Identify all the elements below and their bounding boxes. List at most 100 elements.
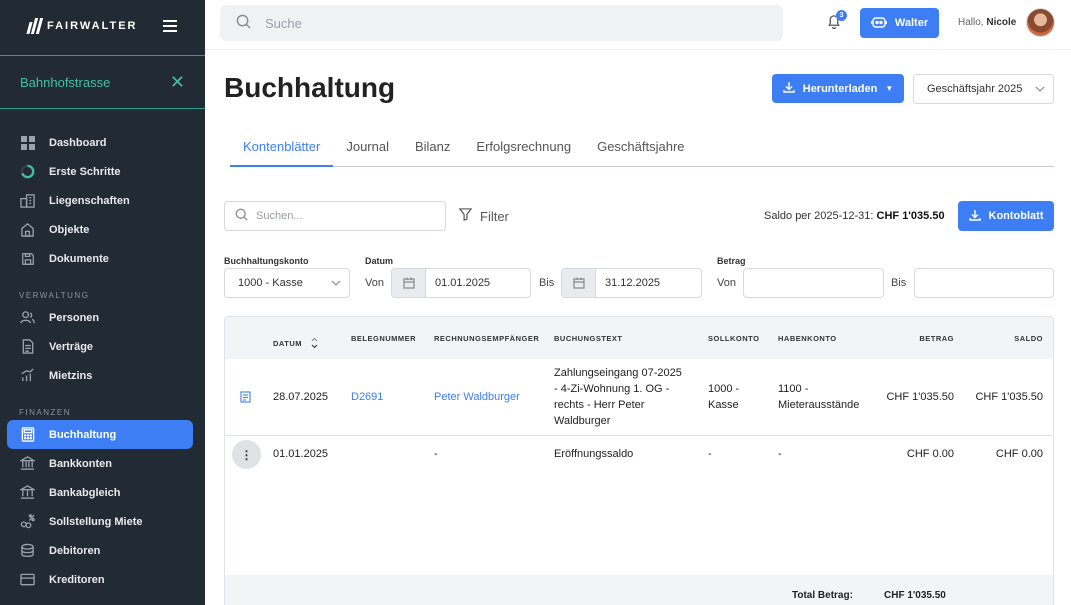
sidebar-item-bankkonten[interactable]: Bankkonten [0,449,205,478]
menu-toggle-icon[interactable] [163,20,177,32]
cell-empfaenger-link[interactable]: Peter Waldburger [434,389,520,405]
cell-sollkonto: - [708,448,712,460]
total-label: Total Betrag: [792,590,853,601]
column-header-sollkonto[interactable]: SOLLKONTO [708,334,759,343]
tab-geschaeftsjahre[interactable]: Geschäftsjahre [584,130,697,167]
bank-sync-icon [20,485,35,500]
date-to-label: Bis [539,277,555,289]
sidebar-item-erste-schritte[interactable]: Erste Schritte [0,157,205,186]
fiscal-year-select[interactable]: Geschäftsjahr 2025 [913,74,1054,104]
column-header-betrag[interactable]: BETRAG [919,334,954,343]
cell-sollkonto: 1000 - Kasse [708,381,739,413]
column-header-saldo[interactable]: SALDO [1014,334,1043,343]
sidebar-item-kreditoren[interactable]: Kreditoren [0,565,205,594]
table-footer: Total Betrag: CHF 1'035.50 [225,575,1053,605]
top-bar: Suche 3 Walter Hallo, Nicole [205,0,1071,50]
column-header-rechnungsempfaenger[interactable]: RECHNUNGSEMPFÄNGER [434,334,539,343]
table-row[interactable]: 28.07.2025 D2691 Peter Waldburger Zahlun… [225,359,1053,436]
tab-bar: Kontenblätter Journal Bilanz Erfolgsrech… [230,130,1054,167]
notification-badge: 3 [836,10,847,21]
date-to-field[interactable]: 31.12.2025 [561,268,702,298]
chevron-down-icon [331,277,341,289]
tab-bilanz[interactable]: Bilanz [402,130,463,167]
column-header-habenkonto[interactable]: HABENKONTO [778,334,837,343]
saldo-summary: Saldo per 2025-12-31: CHF 1'035.50 [764,210,945,222]
sidebar-item-personen[interactable]: Personen [0,303,205,332]
users-icon [20,310,35,325]
download-button[interactable]: Herunterladen ▼ [772,74,904,103]
filter-button[interactable]: Filter [458,208,509,224]
tab-kontenblaetter[interactable]: Kontenblätter [230,130,334,167]
konto-select[interactable]: 1000 - Kasse [224,268,350,298]
cell-datum: 01.01.2025 [273,448,329,460]
sidebar-item-sollstellung-miete[interactable]: Sollstellung Miete [0,507,205,536]
global-search-input[interactable]: Suche [220,5,783,41]
sidebar-item-label: Dokumente [49,252,109,265]
buildings-icon [20,193,35,208]
tab-journal[interactable]: Journal [333,130,402,167]
saldo-prefix: Saldo per 2025-12-31: [764,210,874,222]
sidebar-item-dokumente[interactable]: Dokumente [0,244,205,273]
logo-mark-icon [26,18,44,34]
user-greeting: Hallo, Nicole [958,17,1016,28]
calculator-icon [20,427,35,442]
table-header: DATUM BELEGNUMMER RECHNUNGSEMPFÄNGER BUC… [225,317,1053,359]
caret-down-icon: ▼ [885,84,894,93]
calendar-icon[interactable] [392,269,426,297]
kontoblatt-download-button[interactable]: Kontoblatt [958,201,1054,231]
column-header-datum[interactable]: DATUM [273,334,318,351]
sidebar-header: FAIRWALTER [0,0,205,52]
tab-erfolgsrechnung[interactable]: Erfolgsrechnung [463,130,584,167]
sidebar-item-buchhaltung[interactable]: Buchhaltung [7,420,193,449]
brand-logo[interactable]: FAIRWALTER [26,18,137,34]
text-line: rechts - Herr Peter [554,399,645,411]
cell-buchungstext: Zahlungseingang 07-2025 - 4-Zi-Wohnung 1… [554,365,694,429]
credit-card-icon [20,572,35,587]
sidebar-item-debitoren[interactable]: Debitoren [0,536,205,565]
text-line: 1000 - [708,383,740,395]
download-icon [968,209,981,224]
close-icon[interactable]: ✕ [170,73,185,91]
text-line: Zahlungseingang 07-2025 [554,367,682,379]
download-icon [783,81,795,96]
search-input[interactable]: Suchen... [224,201,446,231]
walter-assistant-button[interactable]: Walter [860,8,939,38]
row-actions-menu-icon[interactable]: ⋮ [232,440,261,469]
sidebar-item-label: Debitoren [49,544,101,557]
sidebar-item-label: Dashboard [49,136,107,149]
save-icon [20,251,35,266]
nav-section-verwaltung: VERWALTUNG [19,291,90,300]
betrag-from-input[interactable] [743,268,884,298]
column-header-belegnummer[interactable]: BELEGNUMMER [351,334,416,343]
text-line: - 4-Zi-Wohnung 1. OG - [554,383,670,395]
sidebar-item-mietzins[interactable]: Mietzins [0,361,205,390]
sidebar-item-liegenschaften[interactable]: Liegenschaften [0,186,205,215]
konto-label: Buchhaltungskonto [224,256,309,266]
konto-value: 1000 - Kasse [238,277,303,289]
document-icon[interactable] [240,391,251,406]
greeting-text: Hallo, [958,17,984,28]
avatar[interactable] [1026,8,1055,37]
calendar-icon[interactable] [562,269,596,297]
cell-belegnummer-link[interactable]: D2691 [351,389,383,405]
sidebar-item-dashboard[interactable]: Dashboard [0,128,205,157]
betrag-to-input[interactable] [914,268,1054,298]
sidebar-item-vertraege[interactable]: Verträge [0,332,205,361]
column-header-buchungstext[interactable]: BUCHUNGSTEXT [554,334,623,343]
cell-habenkonto: 1100 - Mieterausstände [778,381,859,413]
cell-datum: 28.07.2025 [273,391,329,403]
table-row[interactable]: ⋮ 01.01.2025 - Eröffnungssaldo - - CHF 0… [225,436,1053,473]
chart-up-icon [20,368,35,383]
date-to-value: 31.12.2025 [605,277,661,289]
download-label: Herunterladen [802,82,878,95]
sort-icon[interactable] [311,337,318,351]
text-line: Mieterausstände [778,399,860,411]
sidebar-item-label: Mietzins [49,369,93,382]
sidebar-item-label: Liegenschaften [49,194,130,207]
property-selector[interactable]: Bahnhofstrasse ✕ [0,55,205,109]
fiscal-year-value: Geschäftsjahr 2025 [927,83,1023,95]
betrag-label: Betrag [717,256,746,266]
date-from-field[interactable]: 01.01.2025 [391,268,531,298]
sidebar-item-objekte[interactable]: Objekte [0,215,205,244]
sidebar-item-bankabgleich[interactable]: Bankabgleich [0,478,205,507]
